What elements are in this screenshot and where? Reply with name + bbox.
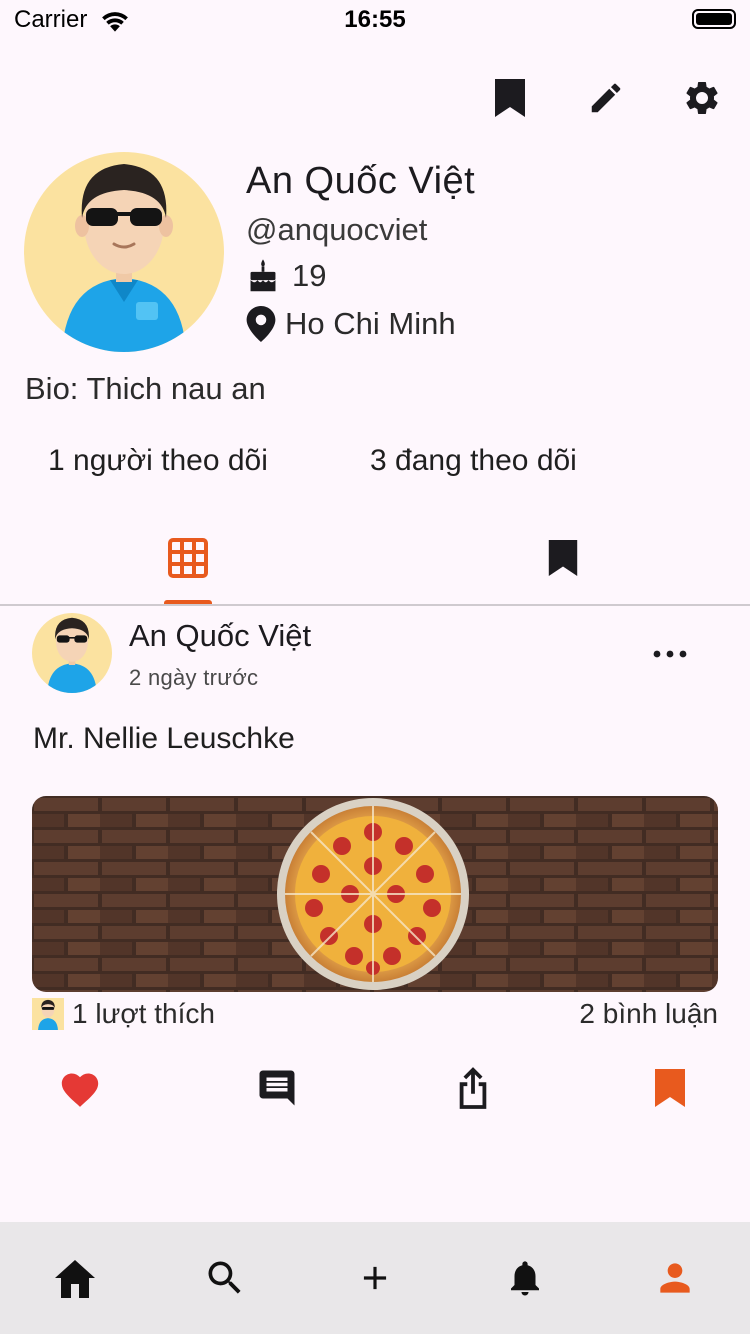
bookmark-icon bbox=[495, 79, 525, 117]
bookmark-icon bbox=[655, 1069, 685, 1107]
profile-age-row: 19 bbox=[246, 258, 326, 294]
nav-notifications[interactable] bbox=[450, 1222, 600, 1334]
like-button[interactable] bbox=[50, 1060, 110, 1116]
nav-profile[interactable] bbox=[600, 1222, 750, 1334]
liker-avatar bbox=[32, 998, 64, 1030]
comment-icon bbox=[259, 1070, 295, 1106]
home-icon bbox=[55, 1260, 95, 1298]
post-more-button[interactable] bbox=[646, 632, 694, 676]
nav-search[interactable] bbox=[150, 1222, 300, 1334]
bookmark-icon bbox=[548, 540, 577, 576]
location-pin-icon bbox=[246, 306, 276, 342]
share-icon bbox=[459, 1067, 487, 1109]
profile-location-row: Ho Chi Minh bbox=[246, 306, 456, 342]
battery-icon bbox=[692, 9, 736, 29]
tab-posts-grid[interactable] bbox=[0, 512, 375, 604]
post-image[interactable] bbox=[32, 796, 718, 992]
save-post-button[interactable] bbox=[640, 1060, 700, 1116]
search-icon bbox=[208, 1261, 241, 1294]
edit-icon bbox=[591, 83, 621, 113]
following-count[interactable]: 3 đang theo dõi bbox=[370, 444, 577, 478]
tab-divider bbox=[0, 604, 750, 606]
profile-avatar[interactable] bbox=[24, 152, 224, 352]
post-content: Mr. Nellie Leuschke bbox=[33, 722, 295, 755]
cake-icon bbox=[250, 259, 276, 292]
likes-summary[interactable]: 1 lượt thích bbox=[32, 998, 215, 1030]
bottom-navigation bbox=[0, 1222, 750, 1334]
comment-button[interactable] bbox=[247, 1060, 307, 1116]
profile-location: Ho Chi Minh bbox=[285, 306, 456, 341]
status-time: 16:55 bbox=[344, 6, 406, 33]
saved-posts-button[interactable] bbox=[486, 74, 534, 122]
grid-icon bbox=[167, 538, 208, 578]
nav-home[interactable] bbox=[0, 1222, 150, 1334]
heart-icon bbox=[61, 1073, 99, 1107]
more-horizontal-icon bbox=[653, 650, 687, 658]
settings-button[interactable] bbox=[678, 74, 726, 122]
followers-count[interactable]: 1 người theo dõi bbox=[48, 444, 268, 478]
profile-age: 19 bbox=[292, 258, 327, 293]
likes-count: 1 lượt thích bbox=[72, 998, 215, 1029]
post-author-avatar[interactable] bbox=[32, 613, 112, 693]
profile-icon bbox=[660, 1263, 690, 1293]
tab-saved[interactable] bbox=[375, 512, 750, 604]
nav-create-post[interactable] bbox=[300, 1222, 450, 1334]
notifications-icon bbox=[511, 1261, 539, 1296]
profile-bio: Bio: Thich nau an bbox=[25, 371, 266, 406]
share-button[interactable] bbox=[443, 1060, 503, 1116]
comments-count[interactable]: 2 bình luận bbox=[579, 998, 718, 1030]
post-timestamp: 2 ngày trước bbox=[129, 665, 259, 690]
profile-name: An Quốc Việt bbox=[246, 160, 476, 202]
profile-handle: @anquocviet bbox=[246, 212, 428, 247]
edit-profile-button[interactable] bbox=[582, 74, 630, 122]
add-icon bbox=[363, 1266, 387, 1290]
post-author-name[interactable]: An Quốc Việt bbox=[129, 618, 311, 654]
settings-icon bbox=[686, 81, 718, 114]
